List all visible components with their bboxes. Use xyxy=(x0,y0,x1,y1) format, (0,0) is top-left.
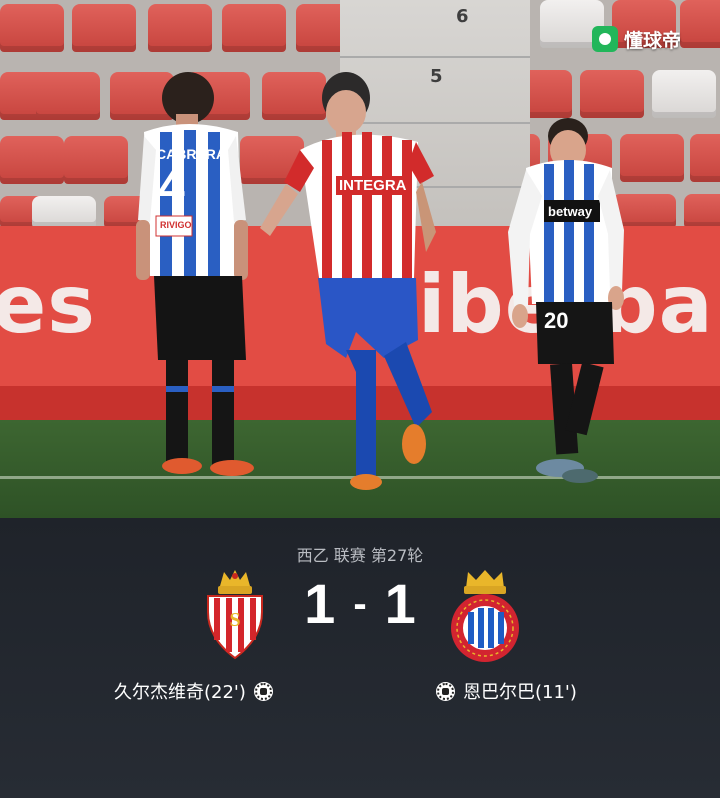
shirt-sponsor: RIVIGO xyxy=(160,220,192,230)
match-photo: 6 5 es iberban CABRERA 4 xyxy=(0,0,720,518)
home-goal-scorer: 久尔杰维奇(22') xyxy=(114,678,273,704)
shirt-sponsor: INTEGRA xyxy=(336,176,410,195)
player-sporting-gijon: INTEGRA xyxy=(256,72,456,492)
score-panel: 西乙 联赛 第27轮 S 1 - 1 久尔杰维奇(22') 恩巴尔巴(11') xyxy=(0,518,720,798)
scoreline: 1 - 1 xyxy=(290,576,430,632)
player-espanyol-20: betway 20 xyxy=(500,116,640,486)
dongqiudi-logo-icon xyxy=(592,26,618,52)
home-score: 1 xyxy=(304,572,336,635)
sporting-gijon-crest-icon: S xyxy=(207,570,263,660)
soccer-ball-icon xyxy=(436,681,455,701)
home-scorer-text: 久尔杰维奇(22') xyxy=(114,682,246,703)
espanyol-crest-icon xyxy=(451,570,519,662)
away-scorer-text: 恩巴尔巴(11') xyxy=(463,682,577,703)
shirt-number: 20 xyxy=(544,308,569,333)
ad-board-text-left: es xyxy=(0,258,96,351)
score-separator: - xyxy=(353,582,367,626)
svg-text:S: S xyxy=(229,609,240,631)
dongqiudi-watermark: 懂球帝 xyxy=(592,24,681,54)
away-score: 1 xyxy=(384,572,416,635)
stand-step-number: 6 xyxy=(456,6,469,27)
shirt-sponsor: betway xyxy=(548,204,593,219)
shirt-number: 4 xyxy=(158,161,185,214)
player-espanyol-4: CABRERA 4 RIVIGO xyxy=(130,70,260,480)
watermark-text: 懂球帝 xyxy=(624,29,682,52)
soccer-ball-icon xyxy=(253,681,273,701)
competition-round: 西乙 联赛 第27轮 xyxy=(296,546,424,565)
away-goal-scorer: 恩巴尔巴(11') xyxy=(436,678,577,704)
